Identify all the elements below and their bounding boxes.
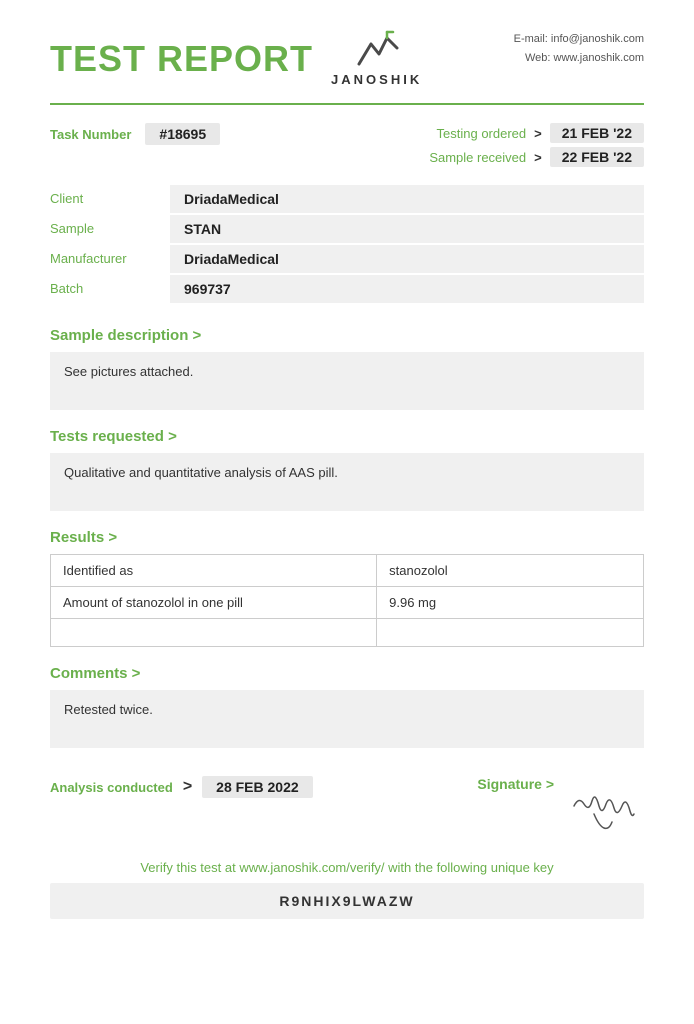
result-col2: stanozolol	[377, 555, 644, 587]
manufacturer-value: DriadaMedical	[170, 245, 644, 273]
dates-group: Testing ordered > 21 FEB '22 Sample rece…	[429, 123, 644, 167]
header: TEST REPORT JANOSHIK E-mail: info@janosh…	[50, 30, 644, 87]
sample-description-text: See pictures attached.	[50, 352, 644, 410]
task-number-value: #18695	[145, 123, 220, 145]
analysis-arrow: >	[183, 778, 192, 796]
result-col1: Identified as	[51, 555, 377, 587]
logo-name: JANOSHIK	[331, 72, 422, 87]
analysis-value: 28 FEB 2022	[202, 776, 313, 798]
task-number-label: Task Number	[50, 127, 131, 142]
report-title: TEST REPORT	[50, 41, 313, 77]
batch-label: Batch	[50, 275, 170, 305]
results-header: Results >	[50, 529, 644, 546]
header-contact: E-mail: info@janoshik.com Web: www.janos…	[514, 30, 644, 67]
task-row: Task Number #18695 Testing ordered > 21 …	[50, 123, 644, 167]
result-col1: Amount of stanozolol in one pill	[51, 587, 377, 619]
contact-web: Web: www.janoshik.com	[514, 49, 644, 68]
arrow-2: >	[534, 150, 542, 165]
comments-text: Retested twice.	[50, 690, 644, 748]
signature-label: Signature >	[477, 776, 554, 792]
client-label: Client	[50, 185, 170, 215]
sample-description-header: Sample description >	[50, 327, 644, 344]
result-col2	[377, 619, 644, 647]
sample-received-label: Sample received	[429, 150, 526, 165]
contact-email: E-mail: info@janoshik.com	[514, 30, 644, 49]
signature-svg	[564, 776, 644, 836]
signature-group: Signature >	[477, 776, 644, 836]
header-left: TEST REPORT JANOSHIK	[50, 30, 422, 87]
analysis-label: Analysis conducted	[50, 780, 173, 795]
client-info-grid: Client DriadaMedical Sample STAN Manufac…	[50, 185, 644, 305]
tests-requested-text: Qualitative and quantitative analysis of…	[50, 453, 644, 511]
verify-text: Verify this test at www.janoshik.com/ver…	[50, 860, 644, 875]
main-divider	[50, 103, 644, 105]
sample-received-value: 22 FEB '22	[550, 147, 644, 167]
verify-key: R9NHIX9LWAZW	[50, 883, 644, 919]
manufacturer-label: Manufacturer	[50, 245, 170, 275]
testing-ordered-row: Testing ordered > 21 FEB '22	[437, 123, 644, 143]
tests-requested-header: Tests requested >	[50, 428, 644, 445]
logo-area: JANOSHIK	[331, 30, 422, 87]
analysis-group: Analysis conducted > 28 FEB 2022	[50, 776, 313, 798]
table-row: Identified asstanozolol	[51, 555, 644, 587]
bottom-section: Analysis conducted > 28 FEB 2022 Signatu…	[50, 776, 644, 836]
comments-header: Comments >	[50, 665, 644, 682]
batch-value: 969737	[170, 275, 644, 303]
logo-icon	[353, 30, 401, 70]
sample-label: Sample	[50, 215, 170, 245]
testing-ordered-value: 21 FEB '22	[550, 123, 644, 143]
result-col1	[51, 619, 377, 647]
table-row: Amount of stanozolol in one pill9.96 mg	[51, 587, 644, 619]
client-value: DriadaMedical	[170, 185, 644, 213]
table-row	[51, 619, 644, 647]
arrow-1: >	[534, 126, 542, 141]
task-number-group: Task Number #18695	[50, 123, 220, 145]
results-table: Identified asstanozololAmount of stanozo…	[50, 554, 644, 647]
testing-ordered-label: Testing ordered	[437, 126, 527, 141]
sample-value: STAN	[170, 215, 644, 243]
result-col2: 9.96 mg	[377, 587, 644, 619]
sample-received-row: Sample received > 22 FEB '22	[429, 147, 644, 167]
